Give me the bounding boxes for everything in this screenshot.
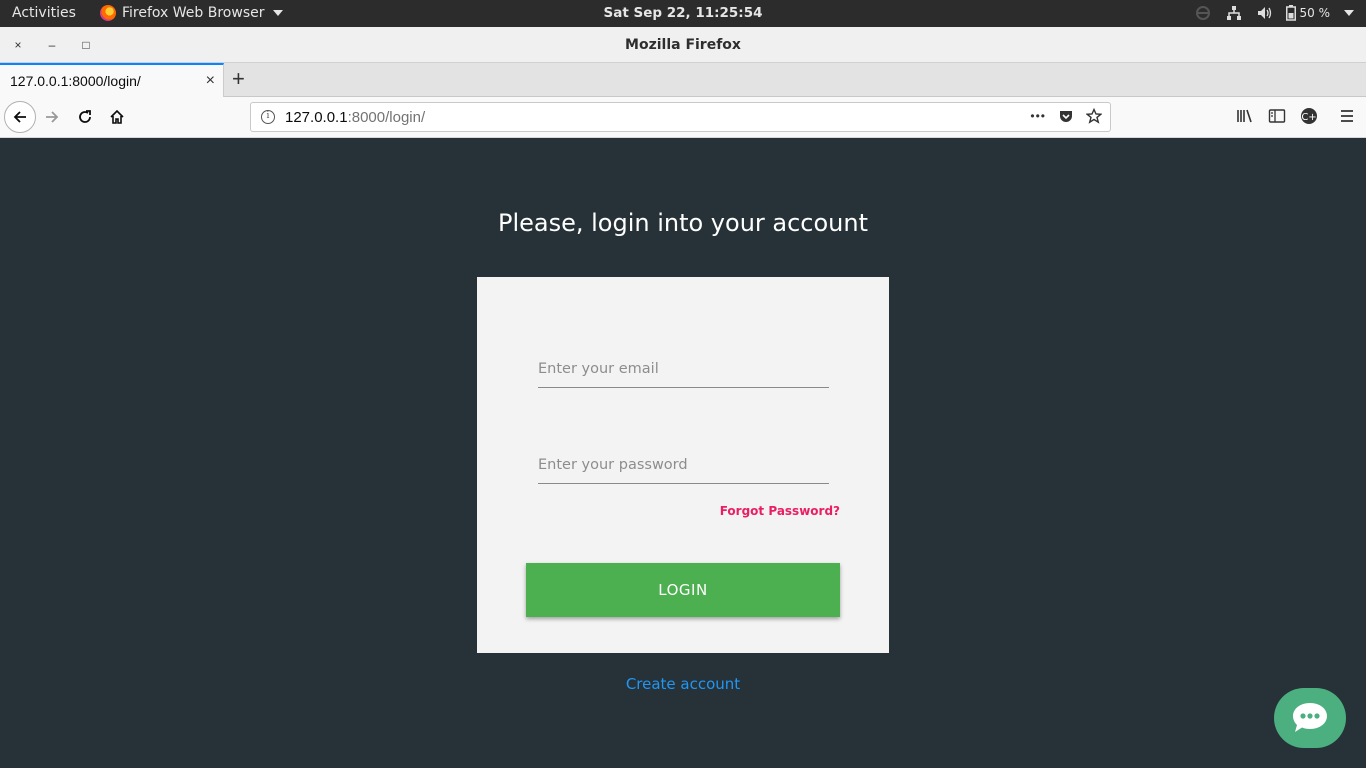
back-button[interactable] (4, 101, 36, 133)
tab-label: 127.0.0.1:8000/login/ (10, 73, 141, 89)
system-tray[interactable]: 50 % (1194, 4, 1354, 22)
sidebar-icon[interactable] (1268, 108, 1286, 124)
email-field[interactable]: Enter your email (538, 354, 829, 388)
forward-button[interactable] (44, 109, 60, 125)
chat-button[interactable] (1274, 688, 1346, 748)
page-actions-button[interactable]: ••• (1030, 109, 1046, 123)
address-bar[interactable]: i 127.0.0.1:8000/login/ ••• (250, 102, 1111, 132)
forgot-password-link[interactable]: Forgot Password? (720, 504, 840, 518)
page-title: Please, login into your account (497, 209, 869, 237)
url-path: :8000/login/ (347, 109, 426, 126)
arrow-right-icon (46, 111, 59, 123)
extension-icon[interactable]: C+ (1300, 107, 1318, 125)
new-tab-button[interactable]: + (232, 67, 245, 91)
tab-login[interactable]: 127.0.0.1:8000/login/ × (0, 63, 224, 97)
home-button[interactable] (109, 109, 125, 125)
url-text[interactable]: 127.0.0.1:8000/login/ (285, 109, 425, 126)
pocket-icon[interactable] (1058, 108, 1074, 124)
library-icon[interactable] (1236, 108, 1254, 124)
home-icon (110, 109, 124, 124)
volume-icon (1257, 7, 1271, 19)
bookmark-star-icon[interactable] (1086, 108, 1102, 124)
clock[interactable]: Sat Sep 22, 11:25:54 (0, 5, 1366, 21)
svg-text:C+: C+ (1301, 112, 1316, 123)
close-tab-icon[interactable]: × (206, 72, 215, 90)
sync-icon (1195, 6, 1210, 20)
chat-bubble-icon (1293, 703, 1327, 732)
battery-icon (1285, 5, 1296, 21)
battery-percentage: 50 % (1299, 6, 1331, 20)
password-field[interactable]: Enter your password (538, 450, 829, 484)
reload-button[interactable] (77, 109, 93, 125)
page-content: Please, login into your account Enter yo… (0, 138, 1366, 768)
url-host: 127.0.0.1 (285, 109, 348, 126)
chevron-down-icon (1344, 10, 1354, 16)
hamburger-menu-icon[interactable] (1338, 108, 1356, 124)
login-card: Enter your email Enter your password For… (477, 277, 889, 653)
network-icon (1226, 6, 1241, 20)
login-button[interactable]: LOGIN (526, 563, 840, 617)
navigation-toolbar: i 127.0.0.1:8000/login/ ••• C+ (0, 97, 1366, 138)
window-title: Mozilla Firefox (625, 37, 741, 53)
info-icon[interactable]: i (261, 110, 275, 124)
reload-icon (79, 110, 91, 123)
arrow-left-icon (13, 111, 26, 123)
create-account-link[interactable]: Create account (0, 675, 1366, 693)
system-top-bar: Activities Firefox Web Browser Sat Sep 2… (0, 0, 1366, 27)
tab-strip: 127.0.0.1:8000/login/ × + (0, 63, 1366, 97)
window-title-bar: × – □ Mozilla Firefox (0, 27, 1366, 63)
